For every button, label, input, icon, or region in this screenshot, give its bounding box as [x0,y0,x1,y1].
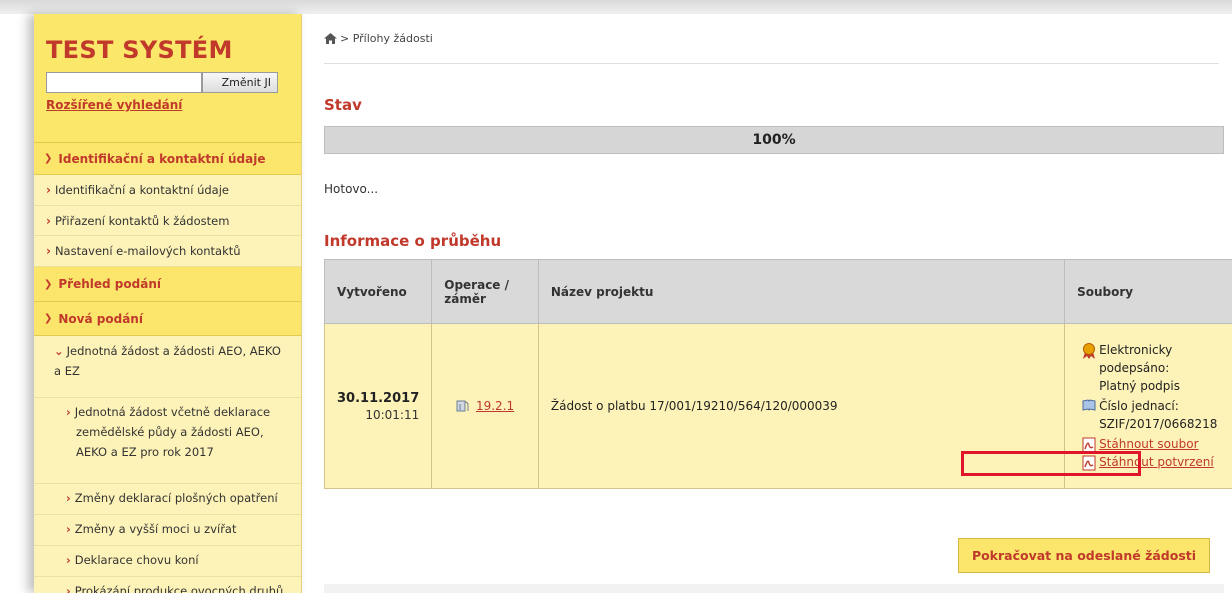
main-content: > Přílohy žádosti Stav 100% Hotovo... In… [302,14,1232,593]
nav-section-label: Přehled podání [58,277,161,291]
chevron-down-icon: ❯ [44,278,53,290]
col-operation: Operace / záměr [431,259,539,324]
breadcrumb-separator: > [340,32,353,45]
info-table: Vytvořeno Operace / záměr Název projektu… [323,259,1232,489]
nav-item-label: Nastavení e-mailových kontaktů [54,244,241,258]
nav-section-identification[interactable]: ❯ Identifikační a kontaktní údaje [34,143,301,175]
progress-bar: 100% [324,126,1224,154]
chevron-down-icon: ❯ [44,153,53,164]
nav-sub2-label: Prokázání produkce ovocných druhů [74,584,284,593]
nav-section-label: Identifikační a kontaktní údaje [58,151,266,166]
nav-sub2-label: Jednotná žádost včetně deklarace zeměděl… [74,405,271,459]
chevron-right-icon: › [46,183,51,197]
nav-item-label: Přiřazení kontaktů k žádostem [54,213,230,228]
nav-sub2-changes-animals[interactable]: › Změny a vyšší moci u zvířat [34,515,301,546]
chevron-down-icon: ⌄ [54,344,64,358]
nav-item-label: Identifikační a kontaktní údaje [54,183,229,197]
nav-item-contacts-assign[interactable]: › Přiřazení kontaktů k žádostem [34,206,301,236]
signature-seal-icon [1083,343,1096,359]
bottom-divider [324,584,1224,593]
chevron-right-icon: › [66,491,71,505]
breadcrumb: > Přílohy žádosti [324,32,433,45]
cell-files: Elektronicky podepsáno: Platný podpis Čí… [1064,323,1232,489]
status-text: Hotovo... [324,182,379,196]
col-project-name: Název projektu [537,259,1066,324]
reference-row: Číslo jednací: SZIF/2017/0668218 [1079,397,1223,433]
pdf-icon [1082,455,1096,471]
status-heading: Stav [324,96,362,114]
info-heading: Informace o průběhu [324,232,502,250]
nav-sub2-horses[interactable]: › Deklarace chovu koní [34,546,301,577]
attachment-icon [456,400,469,412]
created-date: 30.11.2017 [337,390,420,406]
continue-to-submitted-button[interactable]: Pokračovat na odeslané žádosti [958,538,1210,573]
breadcrumb-current: Přílohy žádosti [352,32,433,45]
nav-sub2-fruit[interactable]: › Prokázání produkce ovocných druhů [34,577,301,593]
nav-item-email-settings[interactable]: › Nastavení e-mailových kontaktů [34,236,301,267]
nav-sub2-label: Změny deklarací plošných opatření [74,491,278,505]
search-row: Změnit JI [46,72,289,93]
table-row: 30.11.2017 10:01:11 19.2.1 Žádost o plat… [323,323,1232,489]
nav-sub-label: Jednotná žádost a žádosti AEO, AEKO a EZ [54,344,281,378]
window-top-bar [0,0,1232,14]
nav-section-label: Nová podání [58,311,143,326]
download-file-row: Stáhnout soubor [1079,435,1223,453]
chevron-right-icon: › [66,553,71,567]
nav-item-identification[interactable]: › Identifikační a kontaktní údaje [34,175,301,206]
breadcrumb-divider [324,63,1219,64]
nav-sub2-label: Změny a vyšší moci u zvířat [74,522,237,536]
reference-label: Číslo jednací: [1099,399,1179,413]
nav-section-new-submissions[interactable]: ❯ Nová podání [34,302,301,336]
download-confirm-row: Stáhnout potvrzení [1079,453,1223,471]
sidebar: TEST SYSTÉM Změnit JI Rozšířené vyhledán… [34,14,302,593]
ji-input[interactable] [46,72,202,93]
change-ji-button[interactable]: Změnit JI [202,72,278,93]
download-file-link[interactable]: Stáhnout soubor [1099,435,1198,453]
chevron-down-icon: ❯ [44,313,53,324]
created-time: 10:01:11 [365,407,420,422]
chevron-right-icon: › [66,584,71,593]
home-icon[interactable] [324,33,337,44]
progress-label: 100% [752,132,796,148]
nav-sub2-label: Deklarace chovu koní [74,553,199,567]
col-files: Soubory [1064,259,1232,324]
chevron-right-icon: › [66,405,71,419]
chevron-right-icon: › [66,522,71,536]
nav-section-overview[interactable]: ❯ Přehled podání [34,267,301,302]
chevron-right-icon: › [46,213,51,228]
sidebar-header: TEST SYSTÉM Změnit JI Rozšířené vyhledán… [34,14,301,143]
chevron-right-icon: › [46,244,51,258]
signed-label: Elektronicky podepsáno: [1099,343,1173,375]
nav-sub-unified-application[interactable]: ⌄ Jednotná žádost a žádosti AEO, AEKO a E… [34,336,301,398]
nav-sub2-changes-area[interactable]: › Změny deklarací plošných opatření [34,484,301,515]
col-created: Vytvořeno [323,259,433,324]
cell-project: Žádost o platbu 17/001/19210/564/120/000… [537,323,1066,489]
table-header-row: Vytvořeno Operace / záměr Název projektu… [323,259,1232,324]
reference-value: SZIF/2017/0668218 [1099,417,1218,431]
operation-link[interactable]: 19.2.1 [476,399,514,413]
advanced-search-link[interactable]: Rozšířené vyhledání [46,98,289,112]
signature-row: Elektronicky podepsáno: Platný podpis [1079,341,1223,395]
signed-value: Platný podpis [1099,379,1180,393]
nav-sub2-unified-2017[interactable]: › Jednotná žádost včetně deklarace zemědě… [34,398,301,484]
cell-created: 30.11.2017 10:01:11 [323,323,433,489]
book-icon [1082,399,1096,411]
pdf-icon [1082,437,1096,453]
cell-operation: 19.2.1 [431,323,539,489]
download-confirmation-link[interactable]: Stáhnout potvrzení [1099,453,1214,471]
brand-title: TEST SYSTÉM [46,36,233,64]
